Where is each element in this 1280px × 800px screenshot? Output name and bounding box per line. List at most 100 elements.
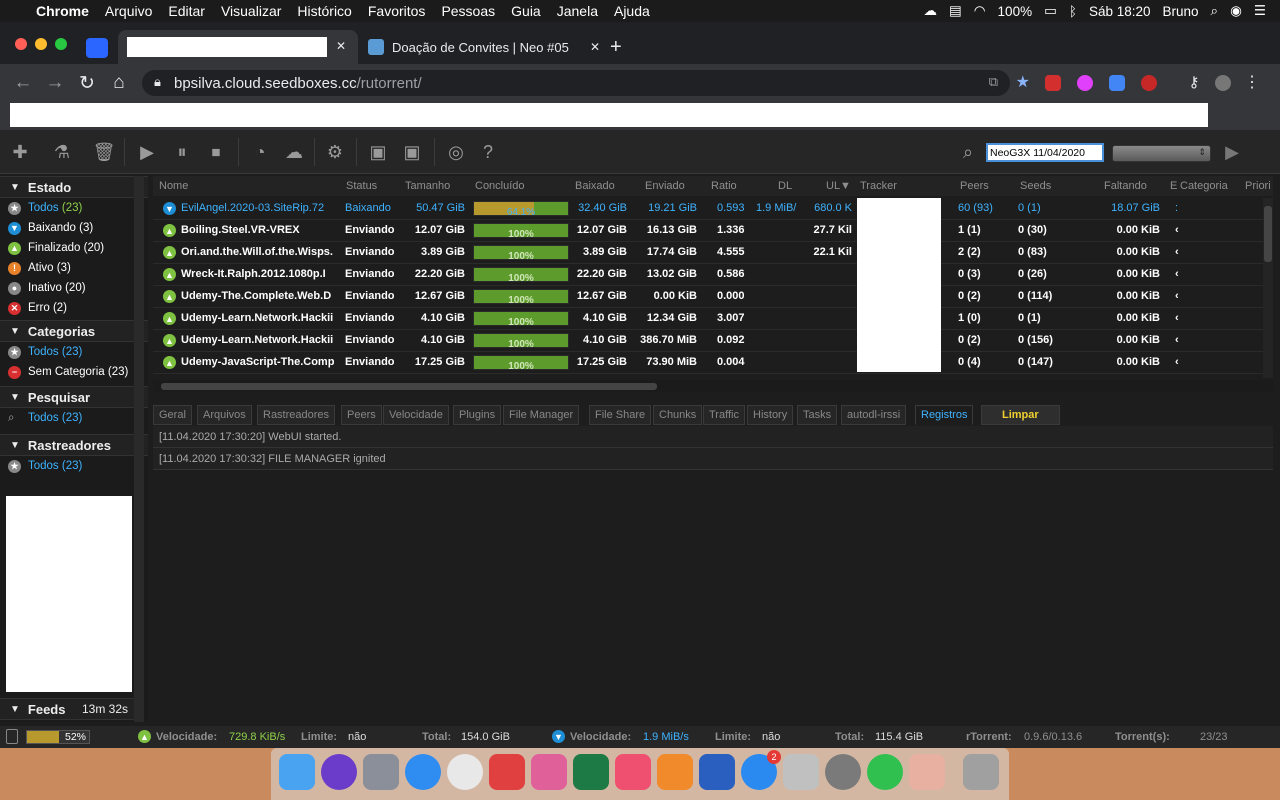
sidebar-item-estado[interactable]: ● Inativo (20): [0, 278, 148, 298]
menu-historico[interactable]: Histórico: [289, 3, 359, 19]
key-icon[interactable]: ⚷: [1183, 73, 1205, 91]
sidebar-item-pesquisar-todos[interactable]: ⌕ Todos (23): [0, 408, 148, 428]
column-header[interactable]: Ratio: [711, 180, 737, 192]
menu-editar[interactable]: Editar: [160, 3, 213, 19]
drive-icon[interactable]: ▤: [949, 3, 962, 19]
download-limit[interactable]: não: [762, 731, 780, 743]
sidebar-head-rastreadores[interactable]: ▼ Rastreadores: [0, 434, 148, 456]
column-header[interactable]: Concluído: [475, 180, 525, 192]
siri-icon[interactable]: [321, 754, 357, 790]
siri-menu-icon[interactable]: ◉: [1230, 3, 1242, 19]
detail-tab[interactable]: Geral: [153, 405, 192, 425]
user-name[interactable]: Bruno: [1163, 4, 1199, 19]
sidebar-item-estado[interactable]: ! Ativo (3): [0, 258, 148, 278]
rss-icon[interactable]: ◔: [248, 140, 272, 164]
translate-icon[interactable]: ⧉: [989, 74, 998, 90]
remove-icon[interactable]: 🗑︎: [92, 140, 116, 164]
table-row[interactable]: ▲ Wreck-It.Ralph.2012.1080p.I Enviando 22.2…: [153, 264, 1263, 286]
detail-tab[interactable]: Velocidade: [383, 405, 449, 425]
menu-janela[interactable]: Janela: [549, 3, 606, 19]
chat-icon[interactable]: ☁: [282, 140, 306, 164]
home-icon[interactable]: ⌂: [108, 72, 130, 94]
bluetooth-icon[interactable]: ᛒ: [1069, 4, 1077, 19]
detail-tab[interactable]: Arquivos: [197, 405, 252, 425]
pause-icon[interactable]: ⏸︎: [170, 140, 194, 164]
launchpad-icon[interactable]: [363, 754, 399, 790]
finder-icon[interactable]: [279, 754, 315, 790]
column-header[interactable]: UL▼: [826, 180, 851, 192]
extension-red-icon[interactable]: [1045, 75, 1061, 91]
monitor-alert-icon[interactable]: ▣: [400, 140, 424, 164]
books-icon[interactable]: [657, 754, 693, 790]
whatsapp-icon[interactable]: [867, 754, 903, 790]
google-translate-icon[interactable]: [1109, 75, 1125, 91]
column-header[interactable]: Seeds: [1020, 180, 1051, 192]
table-vscroll[interactable]: [1263, 198, 1273, 378]
app-store-icon[interactable]: 2: [741, 750, 781, 790]
extension-color-icon[interactable]: [1077, 75, 1093, 91]
sidebar-item-estado[interactable]: ▲ Finalizado (20): [0, 238, 148, 258]
table-row[interactable]: ▲ Udemy-The.Complete.Web.D Enviando 12.67 G…: [153, 286, 1263, 308]
sidebar-item-categorias-todos[interactable]: ★ Todos (23): [0, 342, 148, 362]
forward-icon[interactable]: →: [44, 72, 66, 94]
detail-tab[interactable]: Registros: [915, 405, 974, 425]
column-header[interactable]: DL: [778, 180, 792, 192]
detail-tab[interactable]: Traffic: [703, 405, 745, 425]
sidebar-head-estado[interactable]: ▼ Estado: [0, 176, 148, 198]
column-header[interactable]: Faltando: [1104, 180, 1147, 192]
tasks-icon[interactable]: [699, 754, 735, 790]
search-engine-select[interactable]: ⇕: [1112, 145, 1211, 162]
battery-percent[interactable]: 100%: [998, 4, 1033, 19]
sidebar-item-estado[interactable]: ✕ Erro (2): [0, 298, 148, 318]
menu-pessoas[interactable]: Pessoas: [433, 3, 503, 19]
scroll-thumb[interactable]: [161, 383, 657, 390]
clock[interactable]: Sáb 18:20: [1089, 4, 1151, 19]
sidebar-item-estado[interactable]: ▼ Baixando (3): [0, 218, 148, 238]
browser-menu-icon[interactable]: ⋮: [1241, 72, 1263, 92]
table-row[interactable]: ▲ Ori.and.the.Will.of.the.Wisps. Enviando 3…: [153, 242, 1263, 264]
preview-icon[interactable]: [909, 754, 945, 790]
sidebar-item-rastreadores-todos[interactable]: ★ Todos (23): [0, 456, 148, 476]
clear-log-button[interactable]: Limpar: [981, 405, 1060, 425]
table-row[interactable]: ▼ EvilAngel.2020-03.SiteRip.72 Baixando 50.…: [153, 198, 1263, 220]
detail-tab[interactable]: Rastreadores: [257, 405, 336, 425]
search-input[interactable]: [986, 143, 1104, 162]
menu-arquivo[interactable]: Arquivo: [97, 3, 160, 19]
sidebar-head-categorias[interactable]: ▼ Categorias: [0, 320, 148, 342]
address-bar[interactable]: 🔒︎ bpsilva.cloud.seedboxes.cc/rutorrent/…: [142, 70, 1030, 96]
system-preferences-icon[interactable]: [825, 754, 861, 790]
new-tab-button[interactable]: +: [610, 36, 622, 59]
extension-hand-icon[interactable]: [1141, 75, 1157, 91]
table-row[interactable]: ▲ Udemy-Learn.Network.Hackii Enviando 4.10 …: [153, 308, 1263, 330]
monitor-icon[interactable]: ▣: [366, 140, 390, 164]
column-header[interactable]: Baixado: [575, 180, 615, 192]
detail-tab[interactable]: Plugins: [453, 405, 502, 425]
create-torrent-icon[interactable]: ⚗: [50, 140, 74, 164]
column-header[interactable]: Enviado: [645, 180, 685, 192]
detail-tab[interactable]: Peers: [341, 405, 382, 425]
menu-app-name[interactable]: Chrome: [28, 3, 97, 19]
menu-guia[interactable]: Guia: [503, 3, 549, 19]
column-header[interactable]: E: [1170, 180, 1177, 192]
tab-doacao-convites[interactable]: Doação de Convites | Neo #05 ✕: [360, 30, 600, 64]
excel-icon[interactable]: [573, 754, 609, 790]
table-row[interactable]: ▲ Boiling.Steel.VR-VREX Enviando 12.07 GiB 1…: [153, 220, 1263, 242]
column-header[interactable]: Peers: [960, 180, 989, 192]
sidebar-head-pesquisar[interactable]: ▼ Pesquisar: [0, 386, 148, 408]
tab-close-icon[interactable]: ✕: [590, 40, 600, 54]
profile-icon[interactable]: [86, 38, 108, 58]
search-go-icon[interactable]: ▶: [1220, 140, 1244, 164]
window-zoom-icon[interactable]: [55, 38, 67, 50]
sidebar-item-sem-categoria[interactable]: − Sem Categoria (23): [0, 362, 148, 382]
column-header[interactable]: Tracker: [860, 180, 897, 192]
ia-writer-icon[interactable]: [531, 754, 567, 790]
upload-limit[interactable]: não: [348, 731, 366, 743]
tab-close-icon[interactable]: ✕: [336, 39, 346, 53]
safari-icon[interactable]: [405, 754, 441, 790]
detail-tab[interactable]: Chunks: [653, 405, 703, 425]
avatar[interactable]: [1215, 75, 1231, 91]
back-icon[interactable]: ←: [12, 72, 34, 94]
trash-icon[interactable]: [963, 754, 999, 790]
detail-tab[interactable]: autodl-irssi: [841, 405, 907, 425]
help-icon[interactable]: ?: [476, 140, 500, 164]
